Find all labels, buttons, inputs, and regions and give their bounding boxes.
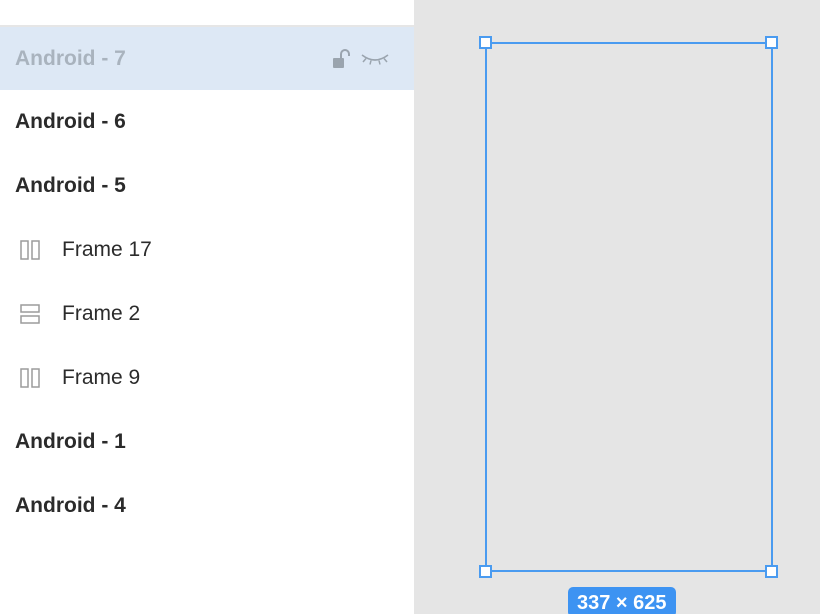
layer-label: Android - 4 <box>15 494 126 517</box>
unlock-icon[interactable] <box>332 48 350 70</box>
columns-layout-icon <box>19 367 41 389</box>
layer-label: Frame 2 <box>62 302 141 325</box>
layer-row-android-5[interactable]: Android - 5 <box>0 154 414 218</box>
layer-label: Android - 5 <box>15 174 126 197</box>
layer-row-android-1[interactable]: Android - 1 <box>0 410 414 474</box>
layer-row-frame-17[interactable]: Frame 17 <box>0 218 414 282</box>
layer-label: Android - 7 <box>15 46 126 70</box>
resize-handle-bottom-left[interactable] <box>479 565 492 578</box>
eye-closed-icon[interactable] <box>360 51 390 67</box>
selected-frame-outline[interactable] <box>485 42 773 572</box>
design-canvas[interactable]: 337 × 625 <box>414 0 820 614</box>
row-actions <box>332 48 390 70</box>
layer-row-android-7[interactable]: Android - 7 <box>0 27 414 90</box>
dimension-badge: 337 × 625 <box>568 587 676 614</box>
resize-handle-top-left[interactable] <box>479 36 492 49</box>
rows-layout-icon <box>19 303 41 325</box>
layer-row-android-4[interactable]: Android - 4 <box>0 474 414 538</box>
resize-handle-bottom-right[interactable] <box>765 565 778 578</box>
layer-row-android-6[interactable]: Android - 6 <box>0 90 414 154</box>
layer-label: Frame 9 <box>62 366 141 389</box>
layer-label: Android - 1 <box>15 430 126 453</box>
resize-handle-top-right[interactable] <box>765 36 778 49</box>
columns-layout-icon <box>19 239 41 261</box>
layer-row-frame-2[interactable]: Frame 2 <box>0 282 414 346</box>
layer-label: Frame 17 <box>62 238 152 261</box>
layers-panel: Android - 7 Android - 6 Android - 5 Fram… <box>0 0 414 614</box>
layer-list: Android - 7 Android - 6 Android - 5 Fram… <box>0 27 414 538</box>
layer-row-frame-9[interactable]: Frame 9 <box>0 346 414 410</box>
layer-label: Android - 6 <box>15 110 126 133</box>
